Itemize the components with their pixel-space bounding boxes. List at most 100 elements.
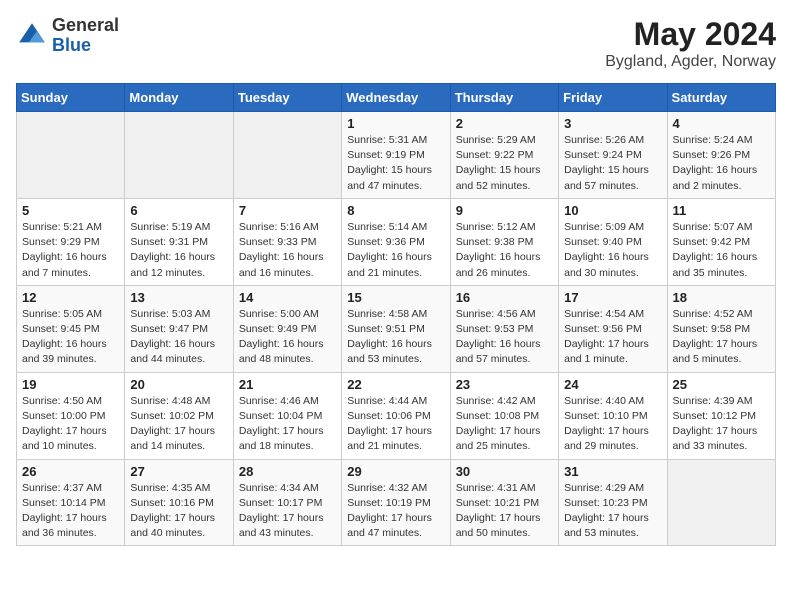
weekday-header-wednesday: Wednesday [342, 84, 450, 112]
calendar-cell: 12Sunrise: 5:05 AM Sunset: 9:45 PM Dayli… [17, 285, 125, 372]
day-info: Sunrise: 4:29 AM Sunset: 10:23 PM Daylig… [564, 481, 661, 542]
calendar-cell: 25 Sunrise: 4:39 AM Sunset: 10:12 PM Dayl… [667, 372, 775, 459]
calendar-cell: 26Sunrise: 4:37 AM Sunset: 10:14 PM Dayl… [17, 459, 125, 546]
day-info: Sunrise: 4:58 AM Sunset: 9:51 PM Dayligh… [347, 307, 444, 368]
day-info: Sunrise: 5:21 AM Sunset: 9:29 PM Dayligh… [22, 220, 119, 281]
day-info: Sunrise: 4:31 AM Sunset: 10:21 PM Daylig… [456, 481, 553, 542]
calendar-table: SundayMondayTuesdayWednesdayThursdayFrid… [16, 83, 776, 546]
day-number: 26 [22, 464, 119, 479]
day-number: 13 [130, 290, 227, 305]
day-info: Sunrise: 4:35 AM Sunset: 10:16 PM Daylig… [130, 481, 227, 542]
calendar-cell: 21Sunrise: 4:46 AM Sunset: 10:04 PM Dayl… [233, 372, 341, 459]
weekday-header-monday: Monday [125, 84, 233, 112]
day-number: 6 [130, 203, 227, 218]
day-number: 15 [347, 290, 444, 305]
calendar-cell: 23Sunrise: 4:42 AM Sunset: 10:08 PM Dayl… [450, 372, 558, 459]
weekday-header-friday: Friday [559, 84, 667, 112]
day-info: Sunrise: 5:16 AM Sunset: 9:33 PM Dayligh… [239, 220, 336, 281]
calendar-header: SundayMondayTuesdayWednesdayThursdayFrid… [17, 84, 776, 112]
calendar-cell: 24Sunrise: 4:40 AM Sunset: 10:10 PM Dayl… [559, 372, 667, 459]
day-info: Sunrise: 5:00 AM Sunset: 9:49 PM Dayligh… [239, 307, 336, 368]
calendar-cell: 2Sunrise: 5:29 AM Sunset: 9:22 PM Daylig… [450, 112, 558, 199]
day-info: Sunrise: 4:39 AM Sunset: 10:12 PM Daylig… [673, 394, 770, 455]
day-info: Sunrise: 5:24 AM Sunset: 9:26 PM Dayligh… [673, 133, 770, 194]
calendar-cell: 13 Sunrise: 5:03 AM Sunset: 9:47 PM Dayli… [125, 285, 233, 372]
day-number: 27 [130, 464, 227, 479]
logo-general-text: General [52, 15, 119, 35]
day-info: Sunrise: 5:19 AM Sunset: 9:31 PM Dayligh… [130, 220, 227, 281]
day-number: 22 [347, 377, 444, 392]
calendar-cell [667, 459, 775, 546]
day-number: 31 [564, 464, 661, 479]
day-info: Sunrise: 4:46 AM Sunset: 10:04 PM Daylig… [239, 394, 336, 455]
day-info: Sunrise: 4:42 AM Sunset: 10:08 PM Daylig… [456, 394, 553, 455]
calendar-cell: 1Sunrise: 5:31 AM Sunset: 9:19 PM Daylig… [342, 112, 450, 199]
calendar-week-row: 1Sunrise: 5:31 AM Sunset: 9:19 PM Daylig… [17, 112, 776, 199]
calendar-cell: 11 Sunrise: 5:07 AM Sunset: 9:42 PM Dayli… [667, 198, 775, 285]
calendar-cell: 20Sunrise: 4:48 AM Sunset: 10:02 PM Dayl… [125, 372, 233, 459]
day-info: Sunrise: 4:50 AM Sunset: 10:00 PM Daylig… [22, 394, 119, 455]
day-info: Sunrise: 4:56 AM Sunset: 9:53 PM Dayligh… [456, 307, 553, 368]
day-number: 8 [347, 203, 444, 218]
calendar-cell: 19Sunrise: 4:50 AM Sunset: 10:00 PM Dayl… [17, 372, 125, 459]
calendar-week-row: 26Sunrise: 4:37 AM Sunset: 10:14 PM Dayl… [17, 459, 776, 546]
day-number: 10 [564, 203, 661, 218]
logo-blue-text: Blue [52, 35, 91, 55]
calendar-cell: 15 Sunrise: 4:58 AM Sunset: 9:51 PM Dayli… [342, 285, 450, 372]
calendar-body: 1Sunrise: 5:31 AM Sunset: 9:19 PM Daylig… [17, 112, 776, 546]
logo-icon [16, 20, 48, 52]
calendar-cell: 8 Sunrise: 5:14 AM Sunset: 9:36 PM Daylig… [342, 198, 450, 285]
calendar-cell [17, 112, 125, 199]
day-info: Sunrise: 5:03 AM Sunset: 9:47 PM Dayligh… [130, 307, 227, 368]
day-number: 12 [22, 290, 119, 305]
calendar-cell: 18 Sunrise: 4:52 AM Sunset: 9:58 PM Dayli… [667, 285, 775, 372]
calendar-cell: 9 Sunrise: 5:12 AM Sunset: 9:38 PM Daylig… [450, 198, 558, 285]
day-info: Sunrise: 5:12 AM Sunset: 9:38 PM Dayligh… [456, 220, 553, 281]
day-number: 29 [347, 464, 444, 479]
weekday-header-row: SundayMondayTuesdayWednesdayThursdayFrid… [17, 84, 776, 112]
weekday-header-thursday: Thursday [450, 84, 558, 112]
calendar-cell: 4Sunrise: 5:24 AM Sunset: 9:26 PM Daylig… [667, 112, 775, 199]
calendar-week-row: 19Sunrise: 4:50 AM Sunset: 10:00 PM Dayl… [17, 372, 776, 459]
day-number: 30 [456, 464, 553, 479]
day-info: Sunrise: 4:34 AM Sunset: 10:17 PM Daylig… [239, 481, 336, 542]
day-info: Sunrise: 4:52 AM Sunset: 9:58 PM Dayligh… [673, 307, 770, 368]
calendar-title: May 2024 [605, 16, 776, 53]
page-header: General Blue May 2024 Bygland, Agder, No… [16, 16, 776, 71]
day-info: Sunrise: 4:32 AM Sunset: 10:19 PM Daylig… [347, 481, 444, 542]
day-number: 9 [456, 203, 553, 218]
calendar-cell: 5 Sunrise: 5:21 AM Sunset: 9:29 PM Daylig… [17, 198, 125, 285]
day-number: 25 [673, 377, 770, 392]
day-info: Sunrise: 5:14 AM Sunset: 9:36 PM Dayligh… [347, 220, 444, 281]
calendar-cell: 29 Sunrise: 4:32 AM Sunset: 10:19 PM Dayl… [342, 459, 450, 546]
day-number: 7 [239, 203, 336, 218]
day-info: Sunrise: 4:48 AM Sunset: 10:02 PM Daylig… [130, 394, 227, 455]
calendar-cell: 17 Sunrise: 4:54 AM Sunset: 9:56 PM Dayli… [559, 285, 667, 372]
day-info: Sunrise: 5:26 AM Sunset: 9:24 PM Dayligh… [564, 133, 661, 194]
calendar-cell: 16Sunrise: 4:56 AM Sunset: 9:53 PM Dayli… [450, 285, 558, 372]
day-number: 18 [673, 290, 770, 305]
calendar-cell: 14 Sunrise: 5:00 AM Sunset: 9:49 PM Dayli… [233, 285, 341, 372]
day-info: Sunrise: 5:07 AM Sunset: 9:42 PM Dayligh… [673, 220, 770, 281]
calendar-week-row: 12Sunrise: 5:05 AM Sunset: 9:45 PM Dayli… [17, 285, 776, 372]
day-info: Sunrise: 4:54 AM Sunset: 9:56 PM Dayligh… [564, 307, 661, 368]
calendar-cell: 30 Sunrise: 4:31 AM Sunset: 10:21 PM Dayl… [450, 459, 558, 546]
day-number: 5 [22, 203, 119, 218]
weekday-header-tuesday: Tuesday [233, 84, 341, 112]
day-number: 11 [673, 203, 770, 218]
calendar-cell: 3 Sunrise: 5:26 AM Sunset: 9:24 PM Daylig… [559, 112, 667, 199]
day-number: 14 [239, 290, 336, 305]
calendar-cell: 28Sunrise: 4:34 AM Sunset: 10:17 PM Dayl… [233, 459, 341, 546]
calendar-cell: 10 Sunrise: 5:09 AM Sunset: 9:40 PM Dayli… [559, 198, 667, 285]
day-info: Sunrise: 5:09 AM Sunset: 9:40 PM Dayligh… [564, 220, 661, 281]
calendar-cell [125, 112, 233, 199]
calendar-cell: 27 Sunrise: 4:35 AM Sunset: 10:16 PM Dayl… [125, 459, 233, 546]
day-number: 3 [564, 116, 661, 131]
day-number: 17 [564, 290, 661, 305]
day-info: Sunrise: 4:44 AM Sunset: 10:06 PM Daylig… [347, 394, 444, 455]
weekday-header-sunday: Sunday [17, 84, 125, 112]
day-number: 1 [347, 116, 444, 131]
calendar-cell [233, 112, 341, 199]
calendar-cell: 6 Sunrise: 5:19 AM Sunset: 9:31 PM Daylig… [125, 198, 233, 285]
day-number: 2 [456, 116, 553, 131]
